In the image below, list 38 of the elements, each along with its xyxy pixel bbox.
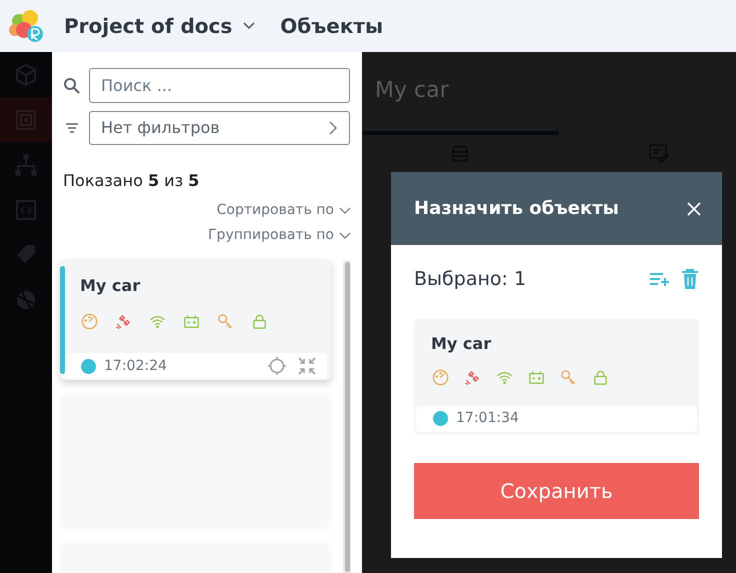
object-card[interactable]: My car 17:02:24: [60, 260, 332, 380]
timestamp: 17:01:34: [456, 409, 519, 428]
chevron-down-icon: [339, 206, 351, 214]
speedometer-icon: [80, 312, 99, 331]
chevron-down-icon: [242, 21, 256, 31]
add-to-list-icon[interactable]: [649, 271, 671, 288]
filter-field[interactable]: Нет фильтров: [89, 111, 350, 145]
crosshair-icon[interactable]: [267, 356, 288, 376]
hierarchy-icon: [13, 152, 39, 178]
save-button[interactable]: Сохранить: [414, 462, 699, 518]
sort-dropdown[interactable]: Сортировать по: [216, 200, 351, 221]
scrollbar-thumb[interactable]: [344, 262, 350, 572]
dialog-title: Назначить объекты: [414, 197, 619, 221]
group-dropdown[interactable]: Группировать по: [208, 225, 351, 246]
battery-icon: [182, 312, 201, 331]
close-icon[interactable]: [686, 200, 702, 216]
tab-title: My car: [375, 77, 449, 105]
speedometer-icon: [431, 368, 450, 386]
key-icon: [559, 368, 578, 386]
chevron-down-icon: [339, 232, 351, 240]
key-icon: [216, 312, 235, 331]
object-name: My car: [79, 275, 142, 297]
project-dropdown[interactable]: Project of docs: [64, 11, 256, 41]
cube-icon: [13, 62, 39, 88]
search-field[interactable]: Поиск ...: [89, 68, 350, 103]
chevron-right-icon: [328, 120, 338, 136]
trash-icon[interactable]: [681, 268, 699, 290]
timestamp: 17:02:24: [104, 356, 167, 376]
section-title: Объекты: [280, 13, 384, 40]
selected-count: Выбрано: 1: [414, 267, 526, 292]
lock-icon: [250, 312, 269, 331]
satellite-icon: [114, 312, 133, 331]
results-count: Показано 5 из 5: [63, 170, 200, 192]
nav-item[interactable]: [0, 97, 52, 142]
collapse-icon[interactable]: [297, 356, 318, 376]
object-name: My car: [430, 332, 492, 354]
project-name: Project of docs: [64, 13, 232, 40]
search-icon: [63, 76, 81, 94]
